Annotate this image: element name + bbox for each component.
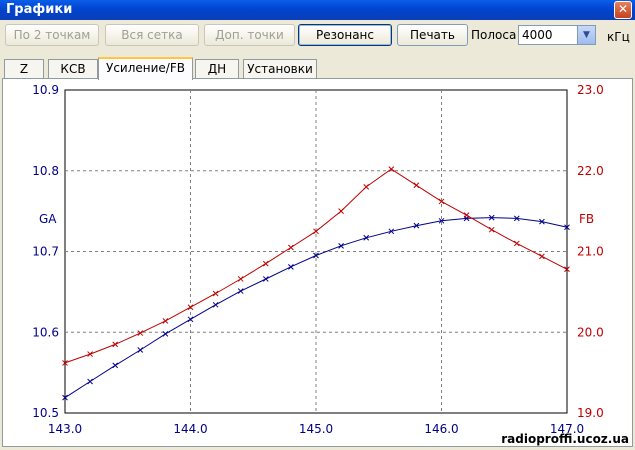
window-title: Графики [6,2,73,17]
extra-points-button[interactable]: Доп. точки [204,24,295,46]
data-point-ga [212,301,219,308]
chevron-down-icon[interactable]: ▼ [577,26,595,44]
data-point-fb [237,276,244,282]
x-tick-label: 143.0 [48,422,82,436]
band-label: Полоса [471,28,517,42]
data-point-ga [288,263,294,270]
data-point-fb [413,182,420,189]
data-point-fb [463,212,470,219]
gain-fb-chart: 143.0 144.0 145.0 146.0 147.010.910.810.710.… [32,83,629,446]
toolbar: По 2 точкам Вся сетка Доп. точки Резонан… [0,24,635,48]
data-point-fb [363,184,370,190]
data-point-ga [112,362,119,369]
chart-panel: 143.0 144.0 145.0 146.0 147.0 10.9 10.8 10.7 10.… [2,78,633,447]
data-point-ga [262,276,269,282]
whole-grid-button[interactable]: Вся сетка [105,24,199,46]
y-left-tick-label: 10.9 [32,83,59,97]
watermark-text: radioproffi.ucoz.ua [501,432,629,446]
y-left-tick-label: 10.5 [32,406,59,420]
tab-settings[interactable]: Установки [243,59,317,79]
tab-pattern[interactable]: ДН [195,59,239,79]
y-left-tick-label: 10.7 [32,245,59,259]
data-point-fb [212,290,219,297]
tab-z[interactable]: Z [4,59,44,79]
tab-gain-fb[interactable]: Усиление/FB [98,57,193,80]
y-left-axis-label: GA [39,212,57,226]
data-point-fb [262,260,269,267]
y-left-tick-label: 10.6 [32,325,59,339]
data-point-ga [162,331,169,337]
two-points-button[interactable]: По 2 точкам [5,24,99,46]
x-tick-label: 146.0 [424,422,458,436]
band-select[interactable]: 4000 ▼ [518,25,596,45]
data-point-fb [87,351,93,357]
tab-swr[interactable]: КСВ [48,59,98,79]
y-left-tick-label: 10.8 [32,164,59,178]
data-point-fb [513,240,520,247]
x-tick-label: 145.0 [299,422,333,436]
close-icon[interactable]: ✕ [614,1,632,19]
y-right-tick-label: 22.0 [577,164,604,178]
data-point-fb [162,318,169,324]
data-point-ga [338,242,344,249]
x-tick-label: 144.0 [173,422,207,436]
data-point-ga [137,347,144,353]
y-right-tick-label: 23.0 [577,83,604,97]
y-right-axis-label: FB [579,212,594,226]
data-point-fb [338,208,344,214]
data-point-ga [187,316,194,323]
data-point-fb [539,253,545,260]
print-button[interactable]: Печать [397,24,468,46]
data-point-fb [288,244,294,251]
resonance-button[interactable]: Резонанс [298,24,392,46]
y-right-tick-label: 21.0 [577,245,604,259]
data-point-fb [137,330,144,336]
band-unit-label: кГц [607,30,630,44]
window-titlebar: Графики ✕ [0,0,635,20]
band-select-value: 4000 [522,28,553,42]
y-right-tick-label: 20.0 [577,325,604,339]
data-point-ga [87,378,93,385]
data-point-fb [488,226,495,233]
data-point-ga [237,288,244,294]
y-right-tick-label: 19.0 [577,406,604,420]
data-point-fb [112,341,119,348]
